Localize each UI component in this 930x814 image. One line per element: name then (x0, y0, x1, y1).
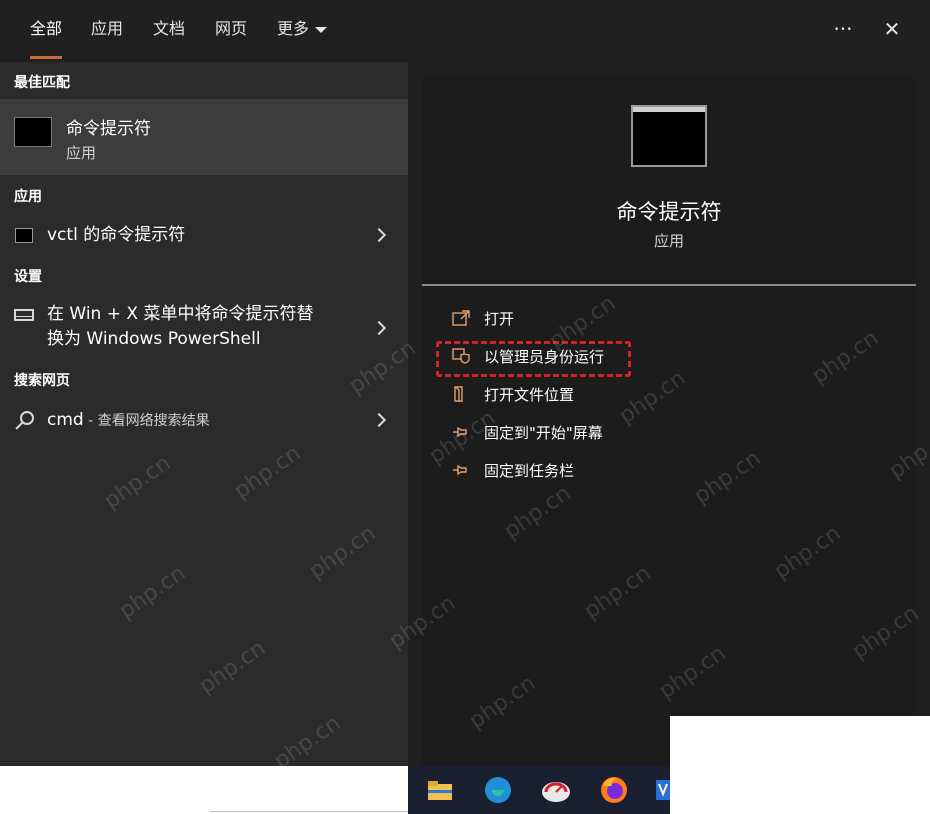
tab-active-indicator (30, 56, 63, 59)
action-pin-to-start-label: 固定到"开始"屏幕 (484, 424, 603, 442)
details-divider (422, 284, 916, 286)
folder-icon (454, 386, 463, 402)
web-search-query: cmd (47, 410, 84, 430)
setting-label-line1: 在 Win + X 菜单中将命令提示符替 (47, 304, 314, 324)
close-button[interactable]: ✕ (877, 14, 907, 44)
settings-heading: 设置 (14, 269, 42, 285)
gauge-app-icon[interactable] (540, 774, 572, 806)
tab-apps[interactable]: 应用 (91, 17, 123, 47)
results-list: 最佳匹配 命令提示符 应用 应用 vctl 的命令提示符 设置 在 Win + … (0, 62, 408, 766)
details-subtitle: 应用 (653, 232, 684, 250)
apps-heading: 应用 (14, 189, 42, 205)
command-prompt-icon (631, 105, 707, 167)
best-match-item[interactable]: 命令提示符 应用 (0, 99, 408, 175)
action-open-file-location-label: 打开文件位置 (484, 386, 575, 404)
chevron-right-icon (371, 412, 387, 428)
web-search-label: cmd - 查看网络搜索结果 (47, 408, 210, 433)
best-match-subtitle: 应用 (66, 144, 97, 162)
web-search-suffix: - 查看网络搜索结果 (83, 413, 210, 429)
tab-all-label: 全部 (30, 19, 63, 38)
tab-web[interactable]: 网页 (215, 17, 247, 47)
tab-documents[interactable]: 文档 (153, 17, 185, 47)
list-item-label: vctl 的命令提示符 (47, 225, 186, 245)
list-item-web-search[interactable]: cmd - 查看网络搜索结果 (0, 405, 408, 437)
search-tab-bar: 全部 应用 文档 网页 更多 ··· ✕ (0, 0, 930, 62)
monitor-icon (14, 309, 34, 321)
pin-icon (453, 464, 467, 476)
file-explorer-icon[interactable] (424, 774, 456, 806)
best-match-heading: 最佳匹配 (14, 75, 70, 91)
setting-label-line2: 换为 Windows PowerShell (47, 329, 261, 349)
taskbar (408, 766, 670, 814)
search-icon (15, 411, 34, 430)
details-pane: 命令提示符 应用 打开 以管理员身份运行 打开文件位置 固定到"开始"屏幕 固定… (422, 76, 916, 766)
edge-browser-icon[interactable] (482, 774, 514, 806)
tab-more-label: 更多 (277, 19, 310, 38)
blank-area (670, 716, 930, 814)
details-title: 命令提示符 (616, 200, 722, 224)
chevron-right-icon (371, 320, 387, 336)
command-prompt-icon (15, 228, 33, 243)
list-item-winx-setting[interactable]: 在 Win + X 菜单中将命令提示符替 换为 Windows PowerShe… (0, 302, 408, 354)
ellipsis-icon: ··· (833, 17, 853, 41)
action-open-label: 打开 (484, 310, 515, 328)
chevron-right-icon (371, 227, 387, 243)
close-icon: ✕ (883, 17, 901, 41)
firefox-icon[interactable] (598, 774, 630, 806)
chevron-down-icon (315, 26, 328, 33)
best-match-title: 命令提示符 (66, 119, 151, 139)
annotation-highlight-box (436, 341, 631, 377)
tab-more[interactable]: 更多 (277, 17, 328, 47)
pin-icon (453, 426, 467, 438)
tab-documents-label: 文档 (153, 19, 186, 38)
command-prompt-icon (14, 117, 52, 147)
tab-all[interactable]: 全部 (30, 17, 63, 59)
more-options-button[interactable]: ··· (828, 14, 858, 44)
tab-apps-label: 应用 (91, 19, 124, 38)
search-input[interactable] (0, 766, 408, 814)
web-search-heading: 搜索网页 (14, 373, 70, 389)
action-pin-to-taskbar-label: 固定到任务栏 (484, 462, 575, 480)
list-item-vctl-cmd[interactable]: vctl 的命令提示符 (0, 220, 408, 252)
open-icon (452, 310, 470, 326)
app-shortcut-icon[interactable] (656, 774, 670, 806)
tab-web-label: 网页 (215, 19, 248, 38)
